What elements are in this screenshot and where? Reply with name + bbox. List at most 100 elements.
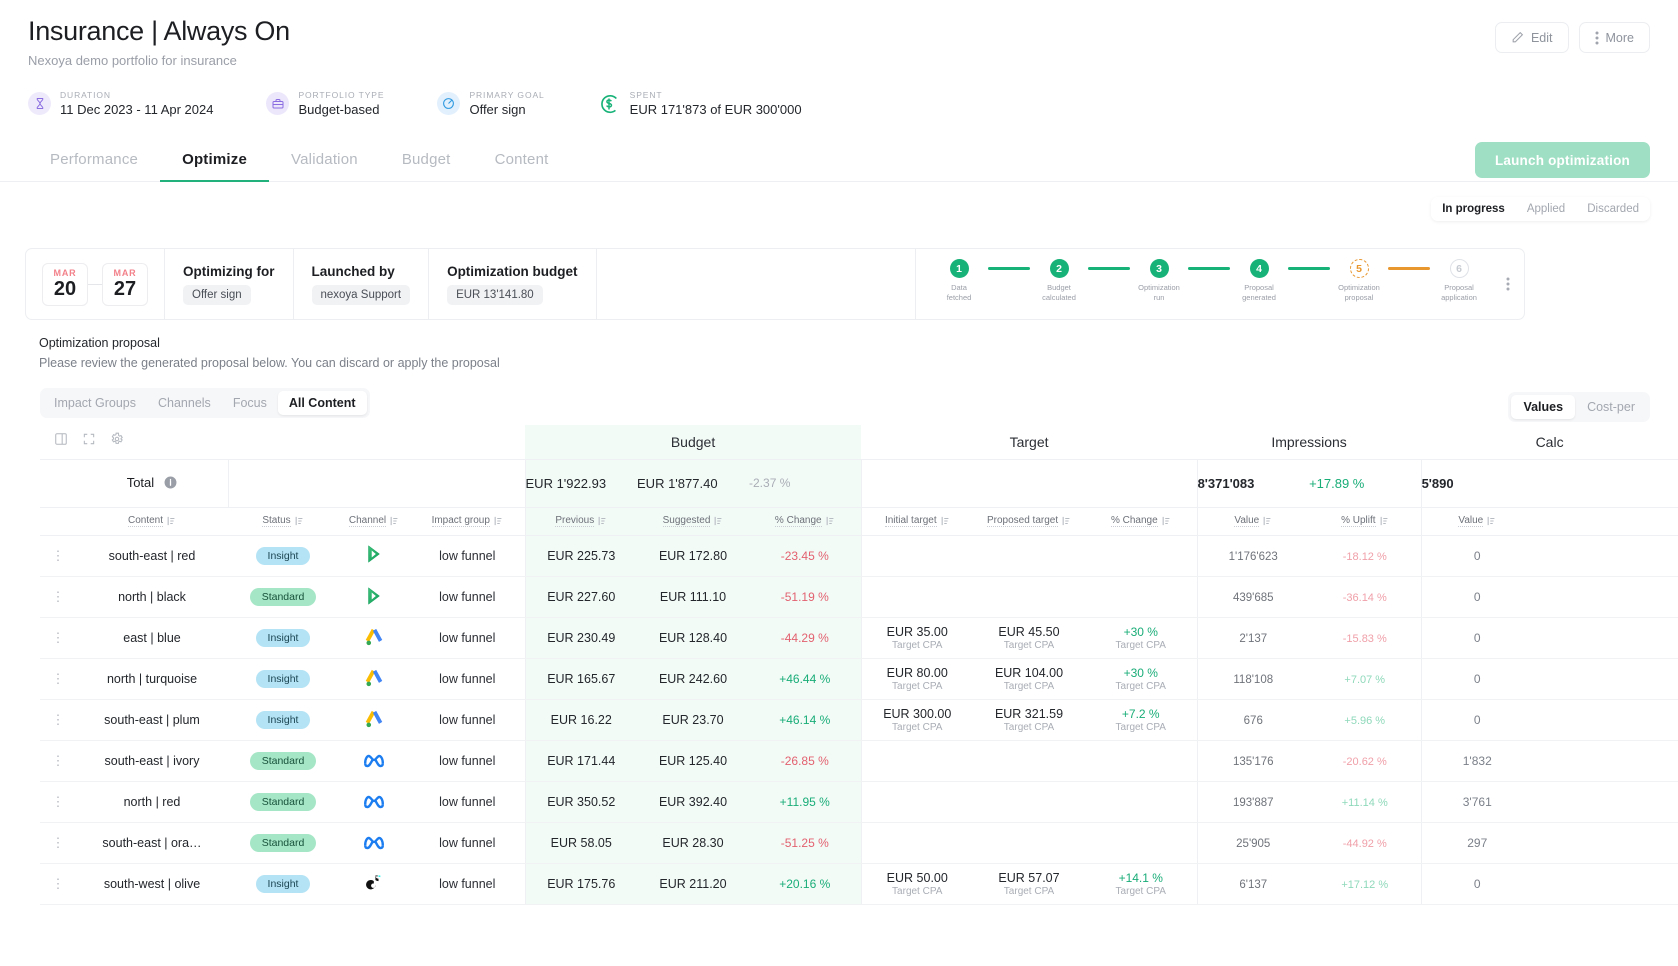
status-filter-applied[interactable]: Applied (1516, 197, 1576, 221)
cell-budget-previous: EUR 165.67 (525, 659, 637, 700)
card-kebab-button[interactable] (1502, 249, 1524, 319)
launch-optimization-button[interactable]: Launch optimization (1475, 142, 1650, 178)
columns-icon[interactable] (54, 432, 68, 451)
column-header-uplift[interactable]: % Uplift (1309, 507, 1421, 535)
status-filter-in-progress[interactable]: In progress (1431, 197, 1516, 221)
filter-all-content[interactable]: All Content (278, 391, 367, 415)
row-kebab-button[interactable]: ⋮ (40, 536, 76, 577)
optimizing-for-label: Optimizing for (183, 264, 275, 279)
table-row[interactable]: ⋮south-east | redInsightlow funnelEUR 22… (40, 536, 1678, 577)
tabs-bar: Performance Optimize Validation Budget C… (0, 141, 1678, 182)
optimizing-for-cell: Optimizing for Offer sign (165, 249, 294, 319)
edit-button[interactable]: Edit (1495, 22, 1569, 53)
date-from-day: 20 (43, 278, 87, 300)
stepper-label-2: Budgetcalculated (1042, 283, 1076, 302)
column-header-content[interactable]: Content (76, 507, 228, 535)
meta-primary-goal-value: Offer sign (469, 102, 544, 117)
stepper-step-3[interactable]: 3Optimizationrun (1130, 259, 1188, 302)
table-row[interactable]: ⋮east | blueInsightlow funnelEUR 230.49E… (40, 618, 1678, 659)
cell-status: Standard (228, 782, 338, 823)
more-button[interactable]: More (1579, 22, 1650, 53)
status-badge: Insight (256, 547, 311, 565)
cell-impact-group: low funnel (410, 536, 525, 577)
cell-channel (338, 782, 410, 823)
row-kebab-button[interactable]: ⋮ (40, 577, 76, 618)
tab-optimize[interactable]: Optimize (160, 141, 269, 182)
status-filter-discarded[interactable]: Discarded (1576, 197, 1650, 221)
table-row[interactable]: ⋮south-west | oliveInsightlow funnelEUR … (40, 864, 1678, 905)
row-kebab-button[interactable]: ⋮ (40, 864, 76, 905)
meta-spent-value: EUR 171'873 of EUR 300'000 (630, 102, 802, 117)
total-budget-previous: EUR 1'922.93 (525, 459, 637, 507)
stepper-step-5[interactable]: 5Optimizationproposal (1330, 259, 1388, 302)
toggle-cost-per[interactable]: Cost-per (1575, 395, 1647, 419)
column-header-value[interactable]: Value (1421, 507, 1533, 535)
stepper-step-6[interactable]: 6Proposalapplication (1430, 259, 1488, 302)
column-header-proposed-target[interactable]: Proposed target (973, 507, 1085, 535)
row-kebab-button[interactable]: ⋮ (40, 618, 76, 659)
cell-channel (338, 823, 410, 864)
cell-target-change: +7.2 %Target CPA (1085, 700, 1197, 741)
row-kebab-button[interactable]: ⋮ (40, 659, 76, 700)
cell-calc-value: 0 (1421, 864, 1533, 905)
cell-impact-group: low funnel (410, 618, 525, 659)
toggle-values[interactable]: Values (1511, 395, 1575, 419)
stepper-bubble-3: 3 (1150, 259, 1169, 278)
gear-icon[interactable] (110, 432, 124, 451)
cell-status: Standard (228, 823, 338, 864)
cell-impressions-uplift: -15.83 % (1309, 618, 1421, 659)
info-icon[interactable] (164, 477, 177, 492)
row-kebab-button[interactable]: ⋮ (40, 700, 76, 741)
tab-content[interactable]: Content (473, 141, 571, 182)
row-kebab-button[interactable]: ⋮ (40, 823, 76, 864)
table-row[interactable]: ⋮north | turquoiseInsightlow funnelEUR 1… (40, 659, 1678, 700)
cell-calc-extra (1533, 659, 1678, 700)
total-impressions-value: 8'371'083 (1197, 459, 1309, 507)
table-tools (40, 425, 525, 459)
table-row[interactable]: ⋮north | redStandardlow funnelEUR 350.52… (40, 782, 1678, 823)
group-header-impressions: Impressions (1197, 425, 1421, 459)
portfolio-meta: DURATION 11 Dec 2023 - 11 Apr 2024 PORTF… (28, 90, 1650, 117)
cell-impressions-uplift: +7.07 % (1309, 659, 1421, 700)
cell-budget-change: +20.16 % (749, 864, 861, 905)
status-badge: Standard (250, 793, 317, 811)
filter-impact-groups[interactable]: Impact Groups (43, 391, 147, 415)
table-row[interactable]: ⋮south-east | plumInsightlow funnelEUR 1… (40, 700, 1678, 741)
column-header-value[interactable]: Value (1197, 507, 1309, 535)
cell-impact-group: low funnel (410, 864, 525, 905)
meta-duration-value: 11 Dec 2023 - 11 Apr 2024 (60, 102, 213, 117)
row-kebab-button[interactable]: ⋮ (40, 741, 76, 782)
cell-target-change: +30 %Target CPA (1085, 618, 1197, 659)
filter-channels[interactable]: Channels (147, 391, 222, 415)
column-header-status[interactable]: Status (228, 507, 338, 535)
column-header-initial-target[interactable]: Initial target (861, 507, 973, 535)
table-row[interactable]: ⋮south-east | ivoryStandardlow funnelEUR… (40, 741, 1678, 782)
cell-content: north | black (76, 577, 228, 618)
row-kebab-button[interactable]: ⋮ (40, 782, 76, 823)
table-row[interactable]: ⋮south-east | ora…Standardlow funnelEUR … (40, 823, 1678, 864)
tab-validation[interactable]: Validation (269, 141, 380, 182)
tab-performance[interactable]: Performance (28, 141, 160, 182)
stepper-label-6: Proposalapplication (1441, 283, 1477, 302)
cell-calc-value: 0 (1421, 618, 1533, 659)
column-header-change[interactable]: % Change (749, 507, 861, 535)
column-header-previous[interactable]: Previous (525, 507, 637, 535)
column-header-impact-group[interactable]: Impact group (410, 507, 525, 535)
filter-focus[interactable]: Focus (222, 391, 278, 415)
cell-initial-target: EUR 35.00Target CPA (861, 618, 973, 659)
stepper-step-4[interactable]: 4Proposalgenerated (1230, 259, 1288, 302)
cell-initial-target (861, 741, 973, 782)
cell-budget-change: -51.19 % (749, 577, 861, 618)
table-row[interactable]: ⋮north | blackStandardlow funnelEUR 227.… (40, 577, 1678, 618)
column-header-channel[interactable]: Channel (338, 507, 410, 535)
tab-list: Performance Optimize Validation Budget C… (0, 141, 1678, 182)
expand-icon[interactable] (82, 432, 96, 451)
kebab-icon (1595, 31, 1599, 45)
column-header-suggested[interactable]: Suggested (637, 507, 749, 535)
launched-by-label: Launched by (312, 264, 395, 279)
stepper-step-2[interactable]: 2Budgetcalculated (1030, 259, 1088, 302)
tab-budget[interactable]: Budget (380, 141, 473, 182)
cell-budget-change: -44.29 % (749, 618, 861, 659)
stepper-step-1[interactable]: 1Datafetched (930, 259, 988, 302)
column-header-change[interactable]: % Change (1085, 507, 1197, 535)
